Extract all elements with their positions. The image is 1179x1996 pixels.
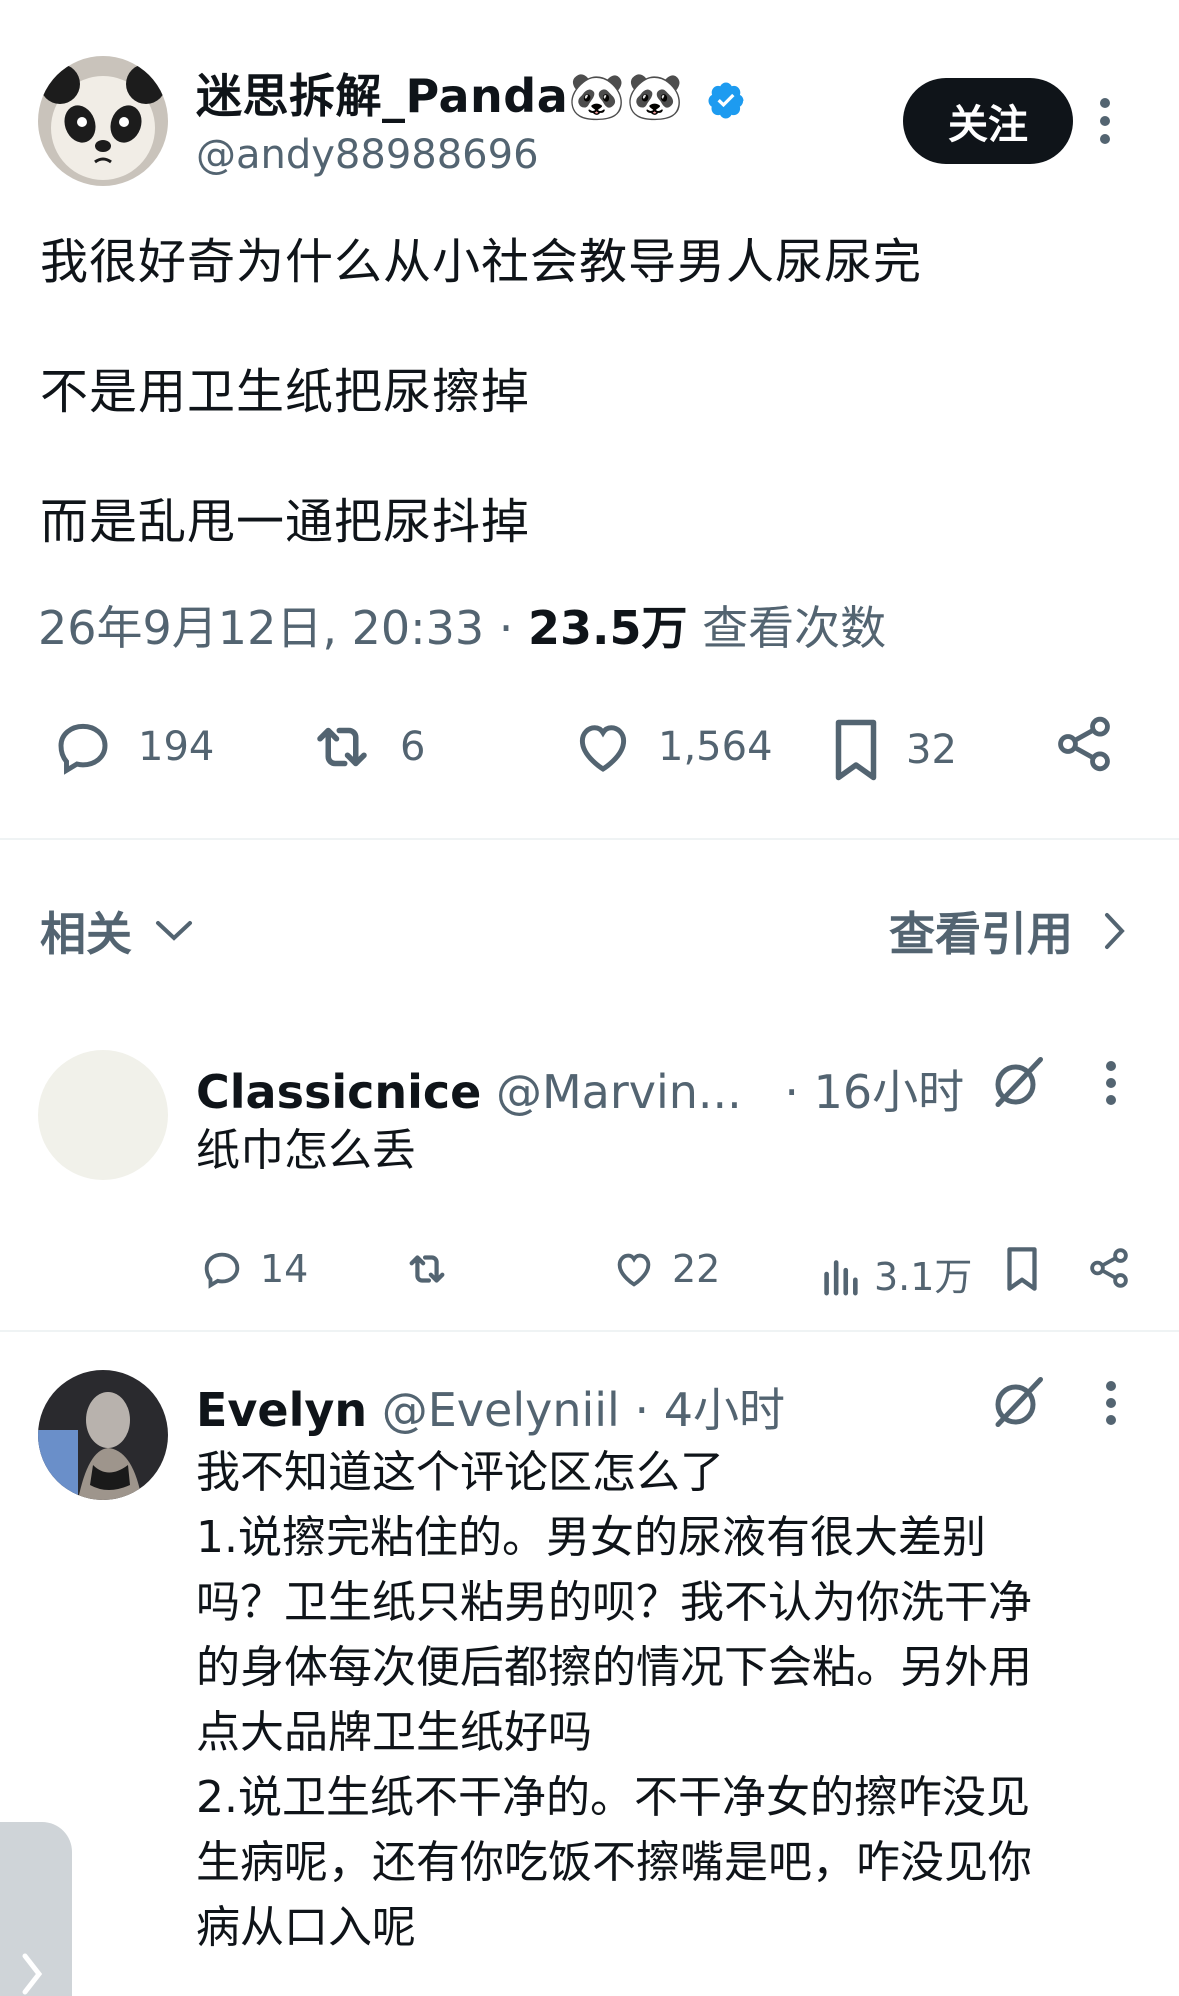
reply-time[interactable]: · 4小时 — [634, 1383, 785, 1437]
reply-text-line: 吗？卫生纸只粘男的呗？我不认为你洗干净 — [196, 1577, 1032, 1628]
reply-text-line: 点大品牌卫生纸好吗 — [196, 1707, 592, 1758]
reply-reply-count: 14 — [260, 1247, 309, 1291]
meta-separator: · — [498, 601, 514, 655]
retweet-action[interactable]: 6 — [304, 714, 425, 780]
heart-icon — [568, 714, 638, 780]
verified-badge-icon — [706, 80, 746, 120]
reply-text-line: 生病呢，还有你吃饭不擦嘴是吧，咋没见你 — [196, 1837, 1032, 1888]
reply-avatar[interactable] — [38, 1050, 168, 1180]
related-dropdown[interactable]: 相关 — [40, 898, 194, 964]
retweet-icon — [400, 1246, 454, 1292]
author-name-row[interactable]: 迷思拆解_Panda🐼🐼 — [196, 60, 746, 126]
bookmark-icon[interactable] — [1000, 1244, 1044, 1294]
reply-handle[interactable]: @Marvin... — [496, 1065, 742, 1119]
reply-avatar[interactable] — [38, 1370, 168, 1500]
follow-button[interactable]: 关注 — [903, 78, 1073, 164]
reply-text-block: 我不知道这个评论区怎么了 1.说擦完粘住的。男女的尿液有很大差别 吗？卫生纸只粘… — [196, 1440, 1136, 1960]
reply-views-action[interactable]: 3.1万 — [820, 1246, 972, 1301]
grok-icon[interactable] — [988, 1052, 1048, 1112]
reply-text-line: 我不知道这个评论区怎么了 — [196, 1447, 724, 1498]
more-options-icon[interactable] — [1104, 1060, 1118, 1106]
tweet-meta: 26年9月12日, 20:33 · 23.5万 查看次数 — [38, 592, 886, 658]
reply-icon — [198, 1246, 246, 1292]
reply-like-action[interactable]: 22 — [610, 1246, 720, 1292]
view-count: 23.5万 — [528, 601, 688, 655]
author-handle[interactable]: @andy88988696 — [196, 132, 539, 178]
reply-like-count: 22 — [672, 1247, 721, 1291]
analytics-icon — [820, 1251, 860, 1297]
reply-count: 194 — [138, 724, 215, 770]
reply-divider — [0, 1330, 1179, 1332]
reply-display-name[interactable]: Classicnice — [196, 1065, 481, 1119]
reply-handle[interactable]: @Evelyniil — [382, 1383, 620, 1437]
tweet-timestamp[interactable]: 26年9月12日, 20:33 — [38, 601, 484, 655]
reply-display-name[interactable]: Evelyn — [196, 1383, 367, 1437]
more-options-icon[interactable] — [1098, 96, 1112, 146]
reply-text-line: 的身体每次便后都擦的情况下会粘。另外用 — [196, 1642, 1032, 1693]
reply-time[interactable]: · 16小时 — [784, 1065, 964, 1119]
bookmark-count: 32 — [906, 727, 957, 773]
reply-text-line: 1.说擦完粘住的。男女的尿液有很大差别 — [196, 1512, 986, 1563]
chevron-down-icon — [154, 919, 194, 943]
retweet-count: 6 — [400, 724, 426, 770]
heart-icon — [610, 1246, 658, 1292]
reply-icon — [48, 714, 118, 780]
chevron-right-icon — [20, 1952, 44, 1996]
side-back-tab[interactable] — [0, 1822, 72, 1996]
reply-header: Evelyn @Evelyniil · 4小时 — [196, 1374, 785, 1440]
view-label: 查看次数 — [702, 601, 887, 655]
author-display-name: 迷思拆解_Panda — [196, 69, 569, 123]
grok-icon[interactable] — [988, 1372, 1048, 1432]
retweet-icon — [304, 714, 380, 780]
view-quotes-label: 查看引用 — [889, 907, 1073, 961]
reply-reply-action[interactable]: 14 — [198, 1246, 308, 1292]
reply-text-line: 2.说卫生纸不干净的。不干净女的擦咋没见 — [196, 1772, 1030, 1823]
more-options-icon[interactable] — [1104, 1380, 1118, 1426]
like-action[interactable]: 1,564 — [568, 714, 773, 780]
author-avatar[interactable] — [38, 56, 168, 186]
section-divider — [0, 838, 1179, 840]
reply-text: 纸巾怎么丢 — [196, 1125, 416, 1176]
tweet-text-line-1: 我很好奇为什么从小社会教导男人尿尿完 — [40, 234, 923, 290]
related-label: 相关 — [40, 907, 132, 961]
chevron-right-icon — [1103, 911, 1127, 951]
author-name-emojis: 🐼🐼 — [568, 69, 684, 123]
view-quotes-link[interactable]: 查看引用 — [889, 898, 1127, 964]
tweet-text-line-2: 不是用卫生纸把尿擦掉 — [40, 364, 531, 420]
bookmark-action[interactable]: 32 — [826, 714, 957, 786]
reply-action[interactable]: 194 — [48, 714, 214, 780]
reply-retweet-action[interactable] — [400, 1246, 454, 1292]
share-icon[interactable] — [1052, 710, 1116, 778]
reply-views-count: 3.1万 — [874, 1255, 973, 1299]
share-icon[interactable] — [1086, 1244, 1132, 1292]
reply-text-line: 病从口入呢 — [196, 1902, 416, 1953]
reply-header: Classicnice @Marvin... · 16小时 — [196, 1056, 964, 1122]
like-count: 1,564 — [658, 724, 773, 770]
bookmark-icon — [826, 714, 886, 786]
tweet-text-line-3: 而是乱甩一通把尿抖掉 — [40, 494, 531, 550]
